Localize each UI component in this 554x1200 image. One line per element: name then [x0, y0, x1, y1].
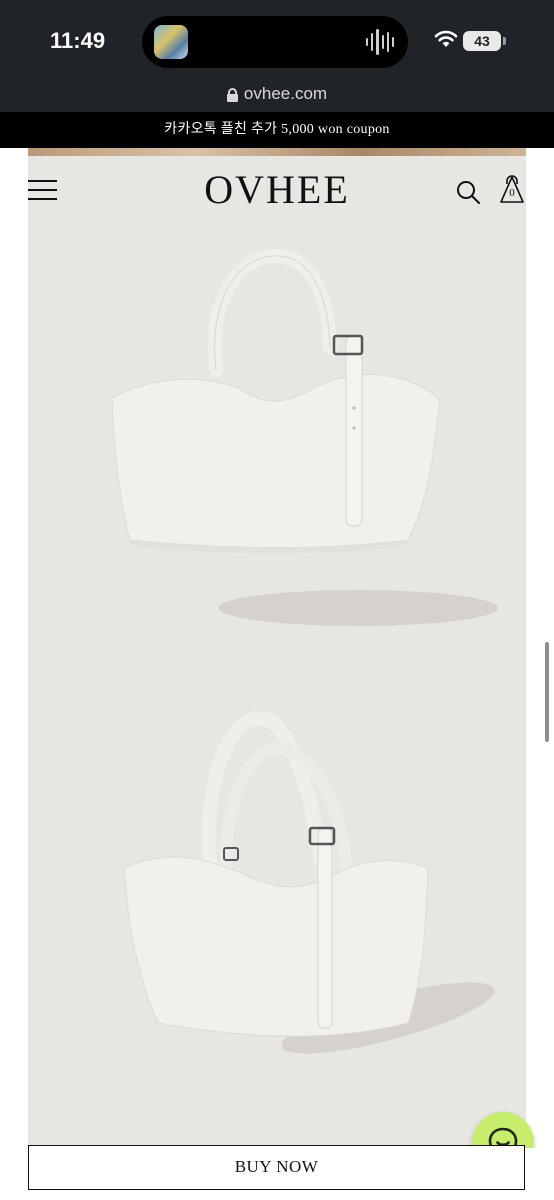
cart-count: 0	[509, 187, 515, 199]
buy-bar: BUY NOW	[0, 1145, 554, 1200]
cart-bag-icon[interactable]: 0	[499, 174, 525, 204]
now-playing-thumbnail	[154, 25, 188, 59]
buy-now-button[interactable]: BUY NOW	[28, 1145, 525, 1190]
product-image-angle[interactable]	[28, 678, 526, 1128]
wifi-icon	[434, 30, 458, 47]
search-icon[interactable]	[456, 180, 480, 204]
product-page: OVHEE 0	[28, 148, 526, 1200]
lock-icon	[226, 87, 238, 102]
address-bar[interactable]: ovhee.com	[0, 80, 554, 112]
announcement-bar[interactable]: 카카오톡 플친 추가 5,000 won coupon	[0, 112, 554, 148]
audio-waveform-icon	[366, 29, 395, 55]
site-header: OVHEE 0	[28, 156, 526, 228]
site-logo[interactable]: OVHEE	[28, 166, 526, 213]
battery-indicator: 43	[463, 31, 506, 51]
hero-image-strip	[28, 148, 526, 156]
url-text: ovhee.com	[243, 84, 328, 103]
product-image-front[interactable]	[28, 228, 526, 678]
status-bar: 11:49 43	[0, 0, 554, 80]
dynamic-island[interactable]	[142, 16, 408, 68]
scrollbar-thumb[interactable]	[545, 642, 549, 742]
status-time: 11:49	[50, 28, 106, 53]
